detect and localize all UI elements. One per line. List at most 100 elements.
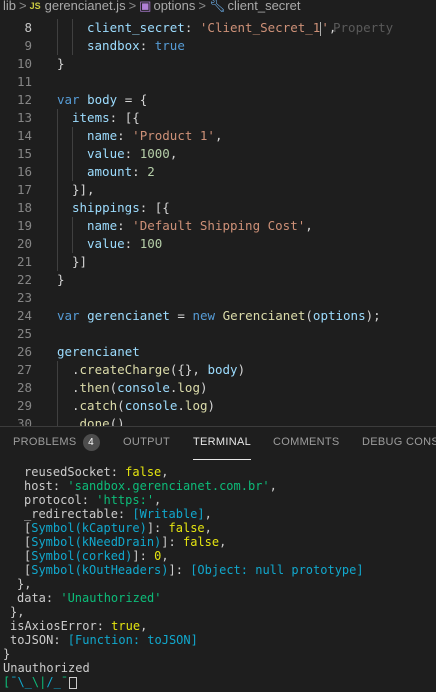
code-text: .done() (72, 415, 125, 426)
code-token: : (139, 38, 155, 53)
terminal-token: , (269, 479, 277, 493)
terminal-token: , (161, 549, 169, 563)
line-number: 18 (16, 200, 32, 215)
indent-guide (57, 217, 58, 235)
indent-guide (57, 127, 58, 145)
code-line[interactable]: 10} (0, 55, 436, 73)
terminal-line: [Symbol(kOutHeaders)]: [Object: null pro… (24, 563, 364, 577)
indent-guide (72, 19, 73, 37)
code-line[interactable]: 17}], (0, 181, 436, 199)
tab-label: OUTPUT (123, 436, 171, 448)
code-line[interactable]: 30 .done() (0, 415, 436, 426)
code-text: gerencianet (57, 343, 140, 361)
code-token: true (154, 38, 185, 53)
indent-guide (57, 415, 58, 426)
code-line[interactable]: 25 (0, 325, 436, 343)
code-line[interactable]: 28 .then(console.log) (0, 379, 436, 397)
line-number: 29 (16, 398, 32, 413)
terminal-token: , (219, 535, 227, 549)
code-text: name: 'Default Shipping Cost', (87, 217, 313, 235)
code-token: ( (305, 308, 313, 323)
terminal-token: protocol: (24, 493, 97, 507)
code-token: ({}, (169, 362, 208, 377)
code-text: shippings: [{ (72, 199, 170, 217)
chevron-right-icon: > (19, 0, 27, 13)
indent-guide (72, 235, 73, 253)
terminal-token: Symbol(kCapture) (31, 521, 147, 535)
indent-guide (72, 217, 73, 235)
javascript-file-icon: JS (29, 1, 41, 11)
terminal-line: [Symbol(corked)]: 0, (24, 549, 169, 563)
code-text: var gerencianet = new Gerencianet(option… (57, 307, 381, 325)
code-text: items: [{ (72, 109, 140, 127)
code-text: .createCharge({}, body) (72, 361, 245, 379)
code-line[interactable]: 8 client_secret: 'Client_Secret_1', Proper… (0, 19, 436, 37)
code-token: () (109, 416, 125, 426)
code-token: client_secret (87, 20, 185, 35)
terminal-token: Unauthorized (3, 661, 90, 675)
code-line[interactable]: 11 (0, 73, 436, 91)
code-token: 2 (147, 164, 155, 179)
code-line[interactable]: 9 sandbox: true (0, 37, 436, 55)
code-line[interactable]: 26 gerencianet (0, 343, 436, 361)
code-token: = { (117, 92, 148, 107)
terminal-token: isAxiosError: (10, 619, 112, 633)
terminal-token: true (111, 619, 141, 633)
breadcrumb: lib > JS gerencianet.js > ▣ options > 🔧︎ client_s… (0, 0, 436, 14)
line-number: 21 (16, 254, 32, 269)
code-line[interactable]: 12 var body = { (0, 91, 436, 109)
line-number: 25 (16, 326, 32, 341)
terminal-token: Symbol(corked) (31, 549, 133, 563)
code-line[interactable]: 27 .createCharge({}, body) (0, 361, 436, 379)
terminal-output[interactable]: reusedSocket: false, host: 'sandbox.geren… (0, 460, 436, 692)
tab-label: PROBLEMS (13, 436, 77, 448)
terminal-token: toJSON: (10, 633, 68, 647)
code-token: : [{ (139, 200, 170, 215)
code-line[interactable]: 20 value: 100 (0, 235, 436, 253)
terminal-line: [¯\_\|/_¯ (3, 675, 78, 689)
tab-debug-console[interactable]: DEBUG CONSOLE (362, 427, 436, 460)
code-line[interactable]: 23 (0, 289, 436, 307)
code-line[interactable]: 15 value: 1000, (0, 145, 436, 163)
tab-problems[interactable]: PROBLEMS 4 (13, 427, 100, 460)
breadcrumb-item-folder[interactable]: lib (3, 0, 16, 12)
code-line[interactable]: 18 shippings: [{ (0, 199, 436, 217)
breadcrumb-item-symbol[interactable]: options (153, 0, 195, 12)
code-line[interactable]: 14 name: 'Product 1', (0, 127, 436, 145)
terminal-token: [Writable] (132, 507, 205, 521)
code-token: var (57, 308, 88, 323)
code-line[interactable]: 16 amount: 2 (0, 163, 436, 181)
line-number: 20 (16, 236, 32, 251)
terminal-token: host: (24, 479, 68, 493)
code-text: value: 100 (87, 235, 162, 253)
code-line[interactable]: 22} (0, 271, 436, 289)
line-number: 9 (24, 38, 32, 53)
code-line[interactable]: 19 name: 'Default Shipping Cost', (0, 217, 436, 235)
code-line[interactable]: 13 items: [{ (0, 109, 436, 127)
code-token: catch (79, 398, 118, 413)
indent-guide (57, 19, 58, 37)
code-line[interactable]: 21}] (0, 253, 436, 271)
tab-output[interactable]: OUTPUT (123, 427, 170, 460)
code-token: . (72, 380, 80, 395)
breadcrumb-item-property[interactable]: client_secret (228, 0, 301, 12)
tab-comments[interactable]: COMMENTS (273, 427, 340, 460)
problems-count-badge: 4 (82, 433, 100, 451)
terminal-line: protocol: 'https:', (24, 493, 161, 507)
code-text: .then(console.log) (72, 379, 208, 397)
code-text: var body = { (57, 91, 147, 109)
code-token: name (87, 218, 118, 233)
code-line[interactable]: 24 var gerencianet = new Gerencianet(opti… (0, 307, 436, 325)
line-number: 16 (16, 164, 32, 179)
terminal-token: ¯ (60, 675, 69, 689)
terminal-line: [Symbol(kCapture)]: false, (24, 521, 212, 535)
code-token: body (207, 362, 238, 377)
breadcrumb-item-file[interactable]: gerencianet.js (45, 0, 126, 12)
code-editor[interactable]: 8 client_secret: 'Client_Secret_1', Proper… (0, 14, 436, 426)
code-token: log (177, 380, 200, 395)
chevron-right-icon: > (128, 0, 137, 13)
tab-label: DEBUG CONSOLE (362, 436, 436, 448)
code-text: value: 1000, (87, 145, 177, 163)
tab-terminal[interactable]: TERMINAL (193, 427, 252, 460)
code-line[interactable]: 29 .catch(console.log) (0, 397, 436, 415)
